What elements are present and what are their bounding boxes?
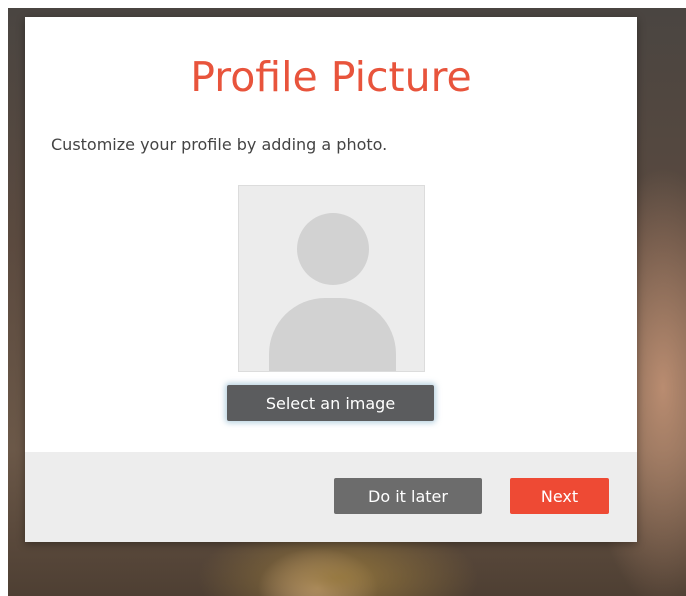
dialog-footer: Do it later Next [25, 452, 637, 542]
dialog-subtitle: Customize your profile by adding a photo… [51, 135, 388, 154]
next-button[interactable]: Next [510, 478, 609, 514]
do-it-later-button[interactable]: Do it later [334, 478, 482, 514]
avatar-body-shape [269, 298, 396, 371]
screen: Profile Picture Customize your profile b… [0, 0, 686, 596]
profile-picture-dialog: Profile Picture Customize your profile b… [25, 17, 637, 542]
dialog-title: Profile Picture [190, 53, 472, 101]
avatar-head-shape [297, 213, 369, 285]
avatar-placeholder-icon [238, 185, 425, 372]
select-image-button[interactable]: Select an image [227, 385, 434, 421]
